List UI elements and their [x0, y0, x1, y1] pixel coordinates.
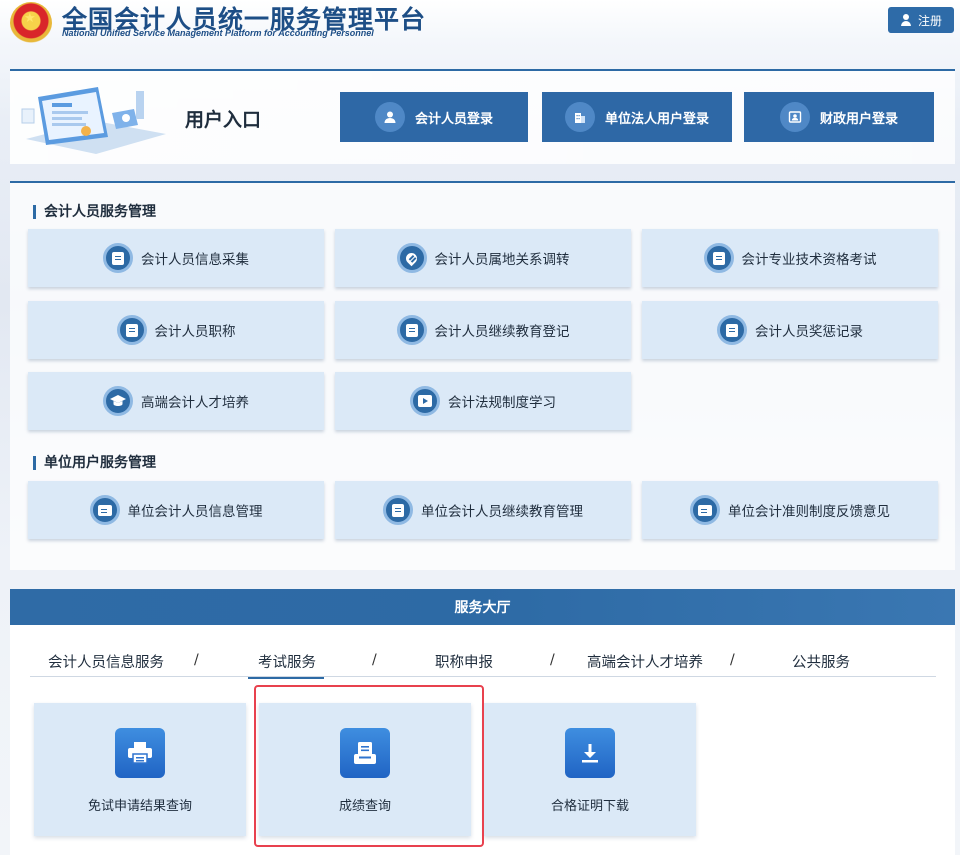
id-card-icon — [779, 102, 810, 132]
service-card-unit-info-management[interactable]: 单位会计人员信息管理 — [28, 481, 324, 539]
tab-title-application[interactable]: 职称申报 — [435, 651, 493, 672]
selection-highlight-box — [254, 685, 484, 847]
service-card-label: 会计人员奖惩记录 — [755, 324, 863, 340]
tab-accountant-info-service[interactable]: 会计人员信息服务 — [48, 651, 164, 672]
services-panel: 会计人员服务管理 会计人员信息采集 会计人员属地关系调转 会计专业技术资格考试 … — [10, 181, 955, 570]
user-icon — [900, 14, 912, 26]
video-play-icon — [410, 386, 440, 416]
finance-login-button[interactable]: 财政用户登录 — [744, 92, 934, 142]
form-edit-icon — [103, 243, 133, 273]
accountant-login-label: 会计人员登录 — [414, 111, 493, 127]
service-card-label: 会计人员属地关系调转 — [434, 252, 570, 268]
service-card-qualification-exam[interactable]: 会计专业技术资格考试 — [642, 229, 938, 287]
accountant-services-heading: 会计人员服务管理 — [33, 205, 156, 219]
service-card-label: 单位会计人员继续教育管理 — [421, 504, 583, 520]
certificate-download-label: 合格证明下载 — [550, 799, 629, 814]
unit-legal-login-button[interactable]: 单位法人用户登录 — [542, 92, 732, 142]
printer-icon — [115, 728, 165, 778]
tab-separator: / — [730, 652, 735, 668]
record-search-icon — [717, 315, 747, 345]
page-header: 全国会计人员统一服务管理平台 National Unified Service … — [0, 0, 960, 62]
education-management-icon — [383, 495, 413, 525]
service-card-professional-title[interactable]: 会计人员职称 — [28, 301, 324, 359]
service-card-info-collection[interactable]: 会计人员信息采集 — [28, 229, 324, 287]
location-icon — [396, 243, 427, 273]
service-card-label: 会计人员继续教育登记 — [434, 324, 570, 340]
computer-illustration-icon — [21, 87, 166, 154]
building-icon — [564, 102, 595, 132]
document-icon — [116, 315, 147, 345]
tab-high-end-talent[interactable]: 高端会计人才培养 — [587, 651, 703, 672]
unit-legal-login-label: 单位法人用户登录 — [604, 111, 709, 127]
tab-separator: / — [550, 652, 555, 668]
user-entry-panel: 用户入口 会计人员登录 单位法人用户登录 财政用户登录 — [10, 69, 955, 164]
service-card-label: 单位会计人员信息管理 — [127, 504, 263, 520]
service-card-label: 单位会计准则制度反馈意见 — [728, 504, 890, 520]
service-card-label: 会计专业技术资格考试 — [741, 252, 877, 268]
service-card-standards-feedback[interactable]: 单位会计准则制度反馈意见 — [642, 481, 938, 539]
service-card-regulation-study[interactable]: 会计法规制度学习 — [335, 372, 631, 430]
register-button[interactable]: 注册 — [888, 7, 954, 33]
tab-separator: / — [194, 652, 199, 668]
service-card-continuing-education[interactable]: 会计人员继续教育登记 — [335, 301, 631, 359]
unit-services-heading: 单位用户服务管理 — [33, 456, 156, 470]
national-emblem-icon — [10, 2, 52, 44]
info-management-icon — [89, 495, 120, 525]
service-hall-tabs: 会计人员信息服务 / 考试服务 / 职称申报 / 高端会计人才培养 / 公共服务 — [30, 639, 936, 679]
exemption-result-query-card[interactable]: 免试申请结果查询 — [34, 703, 246, 836]
service-card-relation-transfer[interactable]: 会计人员属地关系调转 — [335, 229, 631, 287]
user-icon — [374, 102, 405, 132]
service-card-label: 会计人员信息采集 — [141, 252, 249, 268]
download-icon — [565, 728, 615, 778]
certificate-download-card[interactable]: 合格证明下载 — [484, 703, 696, 836]
graduation-cap-icon — [103, 386, 133, 416]
service-card-reward-punishment[interactable]: 会计人员奖惩记录 — [642, 301, 938, 359]
education-register-icon — [396, 315, 427, 345]
exam-icon — [703, 243, 734, 273]
service-card-label: 会计人员职称 — [154, 324, 236, 340]
feedback-icon — [690, 495, 720, 525]
service-card-unit-education-management[interactable]: 单位会计人员继续教育管理 — [335, 481, 631, 539]
tab-public-service[interactable]: 公共服务 — [792, 651, 850, 672]
user-entry-title: 用户入口 — [185, 109, 262, 131]
tab-exam-service[interactable]: 考试服务 — [248, 651, 324, 679]
exemption-result-query-label: 免试申请结果查询 — [87, 799, 192, 814]
tab-separator: / — [372, 652, 377, 668]
accountant-login-button[interactable]: 会计人员登录 — [340, 92, 528, 142]
service-card-label: 高端会计人才培养 — [141, 395, 249, 411]
site-subtitle: National Unified Service Management Plat… — [62, 28, 374, 38]
service-hall-title: 服务大厅 — [10, 589, 955, 625]
service-card-label: 会计法规制度学习 — [448, 395, 556, 411]
finance-login-label: 财政用户登录 — [819, 111, 898, 127]
register-label: 注册 — [917, 13, 942, 28]
service-card-high-end-talent[interactable]: 高端会计人才培养 — [28, 372, 324, 430]
